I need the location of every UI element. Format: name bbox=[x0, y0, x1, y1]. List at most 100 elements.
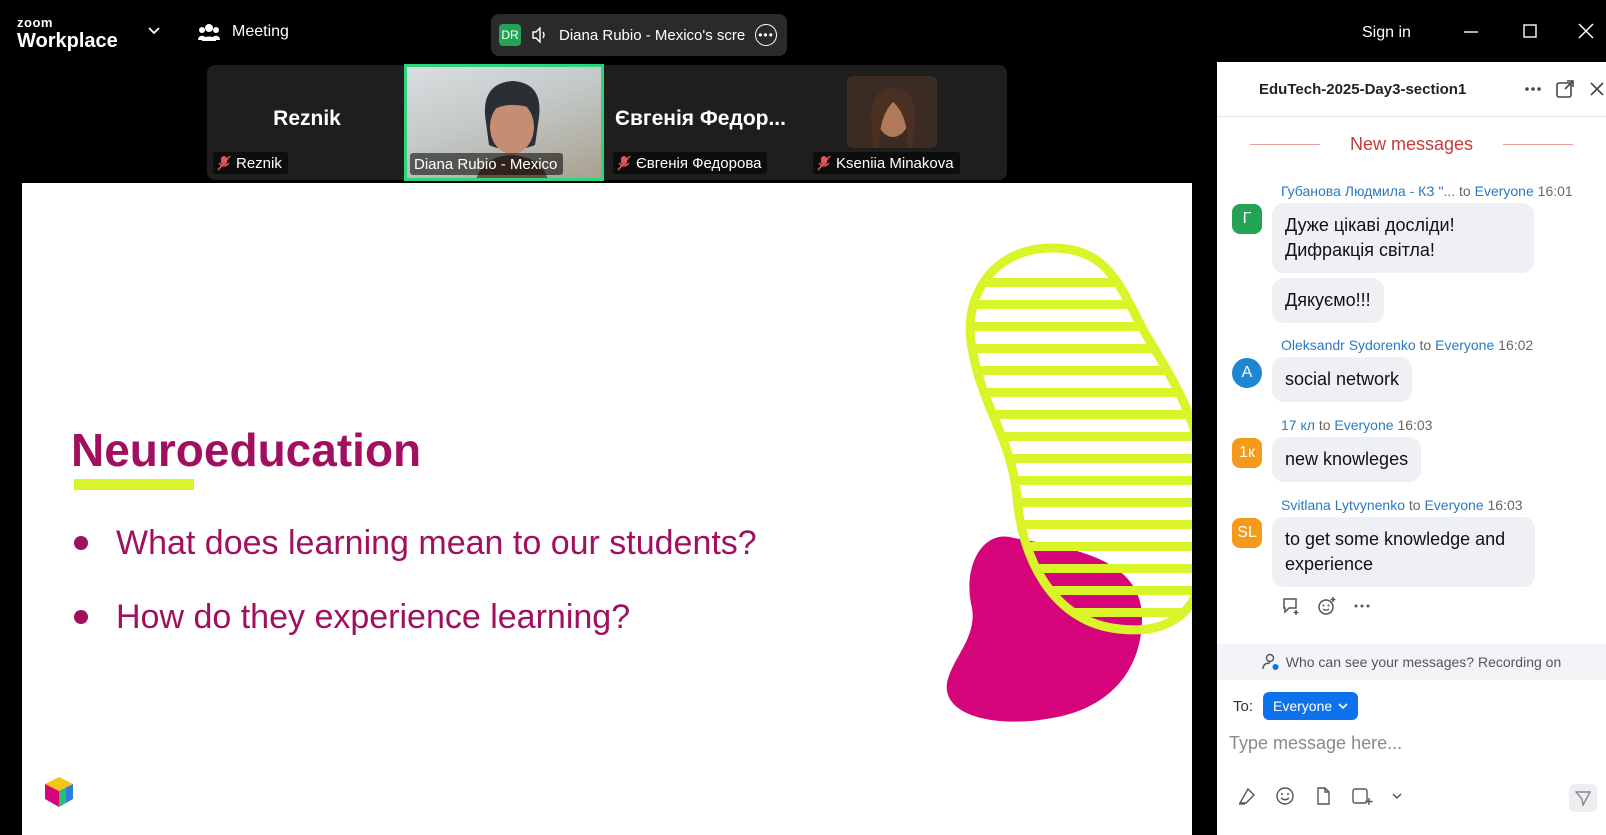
participant-label-text: Diana Rubio - Mexico bbox=[414, 155, 558, 173]
participant-label: Diana Rubio - Mexico bbox=[410, 153, 564, 175]
participant-tile-active-speaker[interactable]: Diana Rubio - Mexico bbox=[404, 64, 604, 181]
message-time: 16:03 bbox=[1487, 497, 1523, 513]
message-recipient: Everyone bbox=[1334, 417, 1394, 433]
message-meta: 17 кл to Everyone 16:03 bbox=[1281, 417, 1432, 433]
bullet-text: What does learning mean to our students? bbox=[116, 523, 757, 562]
recipient-value: Everyone bbox=[1273, 698, 1333, 714]
reply-thread-icon[interactable] bbox=[1281, 596, 1301, 616]
minimize-icon[interactable] bbox=[1462, 22, 1480, 40]
slide-title: Neuroeducation bbox=[71, 424, 422, 476]
message-to-word: to bbox=[1459, 183, 1471, 199]
sign-in-button[interactable]: Sign in bbox=[1362, 24, 1411, 42]
participant-tile[interactable]: Reznik Reznik bbox=[207, 65, 407, 180]
bullet-text: How do they experience learning? bbox=[116, 597, 631, 636]
participant-strip: Reznik Reznik Diana Rubio - Mexico Євген… bbox=[207, 64, 1007, 181]
meeting-tab[interactable]: Meeting bbox=[198, 22, 289, 42]
chevron-down-icon[interactable] bbox=[1391, 791, 1403, 801]
add-reaction-icon[interactable] bbox=[1317, 596, 1337, 616]
message-recipient: Everyone bbox=[1435, 337, 1495, 353]
sharer-avatar: DR bbox=[499, 24, 521, 46]
participant-name: Reznik bbox=[273, 107, 341, 130]
pop-out-icon[interactable] bbox=[1555, 79, 1575, 99]
message-to-word: to bbox=[1408, 497, 1421, 513]
avatar[interactable]: A bbox=[1232, 358, 1262, 388]
message-recipient: Everyone bbox=[1424, 497, 1484, 513]
muted-mic-icon bbox=[217, 155, 231, 171]
message-sender[interactable]: Губанова Людмила - КЗ "... bbox=[1281, 183, 1455, 199]
participant-label-text: Reznik bbox=[236, 154, 282, 172]
participant-name: Євгенія Федор... bbox=[615, 107, 786, 130]
zoom-workplace-logo: zoom Workplace bbox=[17, 16, 118, 51]
recipient-dropdown[interactable]: Everyone bbox=[1263, 692, 1359, 720]
participant-label: Євгенія Федорова bbox=[613, 152, 768, 174]
new-messages-label: New messages bbox=[1349, 134, 1474, 154]
shared-screen-slide: Neuroeducation What does learning mean t… bbox=[22, 183, 1192, 835]
more-options-icon[interactable]: ••• bbox=[755, 24, 777, 46]
bullet-dot-icon bbox=[74, 610, 88, 624]
participant-label-text: Kseniia Minakova bbox=[836, 154, 954, 172]
bullet-dot-icon bbox=[74, 536, 88, 550]
speaker-icon bbox=[532, 27, 545, 43]
message-meta: Oleksandr Sydorenko to Everyone 16:02 bbox=[1281, 337, 1533, 353]
participant-video-thumbnail bbox=[847, 76, 937, 148]
emoji-icon[interactable] bbox=[1275, 786, 1295, 806]
slide-decorative-shapes bbox=[946, 243, 1192, 722]
message-to-word: to bbox=[1318, 417, 1331, 433]
chat-title: EduTech-2025-Day3-section1 bbox=[1259, 81, 1467, 98]
avatar[interactable]: SL bbox=[1232, 518, 1262, 548]
screenshot-icon[interactable] bbox=[1351, 786, 1373, 806]
message-to-word: to bbox=[1419, 337, 1432, 353]
message-sender[interactable]: Svitlana Lytvynenko bbox=[1281, 497, 1405, 513]
new-messages-divider: New messages bbox=[1217, 134, 1606, 155]
to-label: To: bbox=[1233, 697, 1254, 715]
message-bubble[interactable]: social network bbox=[1272, 357, 1413, 402]
message-actions bbox=[1281, 596, 1371, 616]
send-icon bbox=[1575, 791, 1591, 806]
meeting-label: Meeting bbox=[232, 23, 289, 40]
send-button[interactable] bbox=[1569, 784, 1597, 812]
screen-share-indicator[interactable]: DR Diana Rubio - Mexico's scre ••• bbox=[491, 14, 787, 56]
avatar[interactable]: Г bbox=[1232, 204, 1262, 234]
message-input[interactable] bbox=[1229, 727, 1589, 759]
message-meta: Svitlana Lytvynenko to Everyone 16:03 bbox=[1281, 497, 1523, 513]
participant-label: Kseniia Minakova bbox=[813, 152, 960, 174]
chat-panel: EduTech-2025-Day3-section1 New messages … bbox=[1217, 62, 1606, 835]
message-bubble[interactable]: Дуже цікаві досліди! Дифракція світла! bbox=[1272, 203, 1534, 273]
close-icon[interactable] bbox=[1587, 79, 1606, 99]
message-time: 16:01 bbox=[1537, 183, 1573, 199]
more-horizontal-icon[interactable] bbox=[1353, 596, 1371, 616]
message-meta: Губанова Людмила - КЗ "... to Everyone 1… bbox=[1281, 183, 1573, 199]
muted-mic-icon bbox=[617, 155, 631, 171]
message-sender[interactable]: Oleksandr Sydorenko bbox=[1281, 337, 1416, 353]
brand-zoom-text: zoom bbox=[17, 15, 53, 30]
chevron-down-icon[interactable] bbox=[148, 26, 160, 36]
message-time: 16:03 bbox=[1397, 417, 1433, 433]
message-sender[interactable]: 17 кл bbox=[1281, 417, 1315, 433]
close-window-icon[interactable] bbox=[1577, 22, 1595, 40]
avatar[interactable]: 1к bbox=[1232, 438, 1262, 468]
cube-logo-icon bbox=[45, 777, 73, 807]
message-bubble[interactable]: Дякуємо!!! bbox=[1272, 278, 1384, 323]
muted-mic-icon bbox=[817, 155, 831, 171]
slide-bullet: How do they experience learning? bbox=[74, 597, 757, 637]
format-text-icon[interactable] bbox=[1237, 786, 1257, 806]
title-bar: zoom Workplace Meeting DR Diana Rubio - … bbox=[0, 0, 1606, 62]
recipient-row: To: Everyone bbox=[1233, 692, 1359, 720]
message-recipient: Everyone bbox=[1474, 183, 1534, 199]
chevron-down-icon bbox=[1338, 703, 1348, 710]
participant-tile[interactable]: Kseniia Minakova bbox=[807, 65, 1007, 180]
chat-header: EduTech-2025-Day3-section1 bbox=[1217, 62, 1606, 117]
more-horizontal-icon[interactable] bbox=[1523, 79, 1543, 99]
message-bubble[interactable]: new knowleges bbox=[1272, 437, 1422, 482]
privacy-text: Who can see your messages? Recording on bbox=[1285, 654, 1562, 670]
person-visibility-icon bbox=[1262, 653, 1279, 670]
participant-tile[interactable]: Євгенія Федор... Євгенія Федорова bbox=[607, 65, 807, 180]
zoom-window: zoom Workplace Meeting DR Diana Rubio - … bbox=[0, 0, 1606, 835]
file-icon[interactable] bbox=[1313, 786, 1333, 806]
people-icon bbox=[198, 24, 220, 41]
maximize-icon[interactable] bbox=[1521, 22, 1539, 40]
share-label: Diana Rubio - Mexico's scre bbox=[559, 26, 745, 44]
message-privacy-banner[interactable]: Who can see your messages? Recording on bbox=[1217, 644, 1606, 680]
participant-label-text: Євгенія Федорова bbox=[636, 154, 762, 172]
message-bubble[interactable]: to get some knowledge and experience bbox=[1272, 517, 1535, 587]
